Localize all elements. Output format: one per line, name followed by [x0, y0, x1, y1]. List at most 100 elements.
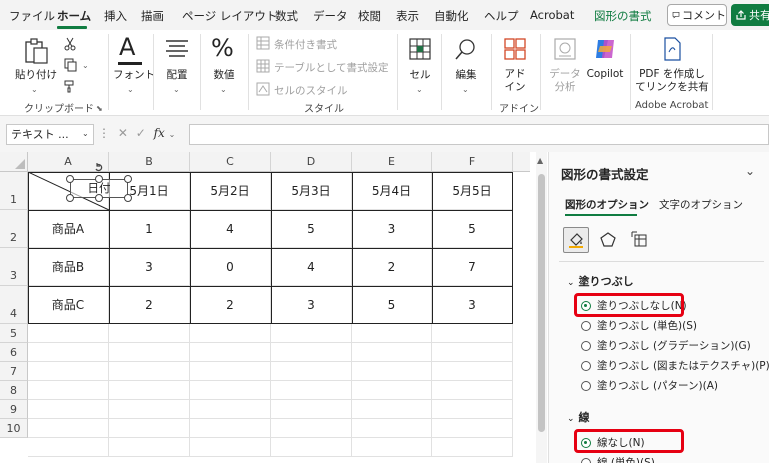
format-painter-icon[interactable]	[63, 79, 77, 93]
row-header[interactable]: 4	[0, 286, 28, 324]
tab-automate[interactable]: 自動化	[434, 8, 469, 24]
font-button[interactable]: A フォント ⌄	[113, 34, 155, 94]
formula-input[interactable]	[189, 124, 769, 145]
paste-button[interactable]: 貼り付け ⌄	[14, 34, 58, 94]
resize-handle[interactable]	[66, 175, 74, 183]
cell[interactable]	[432, 438, 513, 457]
cell[interactable]: 商品B	[28, 248, 109, 286]
copilot-button[interactable]: Copilot	[585, 34, 625, 94]
cell[interactable]	[28, 343, 109, 362]
fill-section-header[interactable]: ⌄ 塗りつぶし	[567, 273, 634, 289]
resize-handle[interactable]	[95, 194, 103, 202]
cell[interactable]: 3	[352, 210, 432, 248]
tab-view[interactable]: 表示	[396, 8, 419, 24]
tab-data[interactable]: データ	[313, 8, 348, 24]
effects-tab[interactable]	[595, 227, 621, 253]
tab-draw[interactable]: 描画	[141, 8, 164, 24]
cell[interactable]	[109, 324, 190, 343]
pane-collapse-icon[interactable]: ⌄	[745, 164, 755, 178]
tab-shape-format[interactable]: 図形の書式	[594, 8, 652, 24]
cell[interactable]	[432, 343, 513, 362]
enter-icon[interactable]: ✓	[136, 126, 146, 140]
cancel-icon[interactable]: ✕	[118, 126, 128, 140]
cell[interactable]: 商品A	[28, 210, 109, 248]
cell[interactable]: 5月4日	[352, 172, 432, 210]
cell[interactable]	[271, 343, 352, 362]
cell[interactable]	[109, 438, 190, 457]
size-properties-tab[interactable]	[627, 227, 653, 253]
cell[interactable]	[432, 419, 513, 438]
cell[interactable]	[190, 362, 271, 381]
row-header[interactable]: 10	[0, 419, 28, 438]
cell[interactable]: 3	[432, 286, 513, 324]
cell[interactable]: 7	[432, 248, 513, 286]
cell[interactable]: 2	[190, 286, 271, 324]
cell[interactable]: 1	[109, 210, 190, 248]
tab-text-options[interactable]: 文字のオプション	[659, 197, 743, 212]
name-box[interactable]: テキスト ...	[6, 124, 94, 145]
cell[interactable]	[432, 381, 513, 400]
fill-solid-radio[interactable]: 塗りつぶし (単色)(S)	[581, 318, 697, 333]
create-pdf-button[interactable]: PDF を作成し てリンクを共有	[634, 34, 710, 94]
share-button[interactable]: 共有	[731, 4, 769, 26]
column-header[interactable]: F	[432, 152, 513, 172]
cell[interactable]	[190, 400, 271, 419]
cell[interactable]	[352, 362, 432, 381]
fill-pattern-radio[interactable]: 塗りつぶし (パターン)(A)	[581, 378, 718, 393]
cell[interactable]: 2	[109, 286, 190, 324]
cell[interactable]: 5月3日	[271, 172, 352, 210]
tab-page-layout[interactable]: ページ レイアウト	[182, 8, 277, 24]
conditional-format-button[interactable]: 条件付き書式	[256, 36, 396, 52]
cell[interactable]	[190, 324, 271, 343]
column-header[interactable]: C	[190, 152, 271, 172]
cell[interactable]	[271, 419, 352, 438]
tab-help[interactable]: ヘルプ	[484, 8, 519, 24]
cell[interactable]	[109, 400, 190, 419]
cell[interactable]: 4	[190, 210, 271, 248]
name-box-chevron-icon[interactable]: ⌄	[82, 129, 89, 138]
editing-button[interactable]: 編集 ⌄	[447, 34, 485, 94]
dialog-launcher-icon[interactable]: ⬊	[96, 102, 103, 115]
row-header[interactable]: 8	[0, 381, 28, 400]
resize-handle[interactable]	[124, 194, 132, 202]
tab-shape-options[interactable]: 図形のオプション	[565, 197, 649, 212]
alignment-button[interactable]: 配置 ⌄	[158, 34, 196, 94]
row-header[interactable]: 2	[0, 210, 28, 248]
cell[interactable]: 商品C	[28, 286, 109, 324]
cell[interactable]: 4	[271, 248, 352, 286]
scroll-up-icon[interactable]: ▲	[537, 156, 543, 165]
cell[interactable]: 5	[432, 210, 513, 248]
cell[interactable]	[271, 362, 352, 381]
cell[interactable]: 5	[271, 210, 352, 248]
cells-button[interactable]: セル ⌄	[402, 34, 438, 94]
cell[interactable]	[109, 381, 190, 400]
resize-handle[interactable]	[66, 194, 74, 202]
cell[interactable]	[190, 381, 271, 400]
tab-insert[interactable]: 挿入	[104, 8, 127, 24]
comment-button[interactable]: コメント	[667, 4, 727, 26]
resize-handle[interactable]	[95, 175, 103, 183]
cell[interactable]: 3	[271, 286, 352, 324]
vertical-scrollbar[interactable]: ▲	[536, 152, 547, 463]
fill-gradient-radio[interactable]: 塗りつぶし (グラデーション)(G)	[581, 338, 751, 353]
cell[interactable]	[352, 438, 432, 457]
cell[interactable]	[432, 324, 513, 343]
tab-home[interactable]: ホーム	[57, 8, 91, 24]
cell[interactable]	[28, 324, 109, 343]
select-all-corner[interactable]	[0, 152, 28, 172]
cut-icon[interactable]	[63, 37, 77, 51]
format-as-table-button[interactable]: テーブルとして書式設定	[256, 59, 416, 75]
row-header[interactable]: 6	[0, 343, 28, 362]
cell[interactable]	[28, 400, 109, 419]
cell[interactable]	[28, 362, 109, 381]
cell[interactable]	[28, 419, 109, 438]
number-button[interactable]: % 数値 ⌄	[205, 34, 243, 94]
cell[interactable]	[432, 400, 513, 419]
row-header[interactable]: 1	[0, 172, 28, 210]
cell[interactable]: 5月2日	[190, 172, 271, 210]
cell[interactable]: 2	[352, 248, 432, 286]
cell[interactable]	[28, 438, 109, 457]
cell[interactable]: 5	[352, 286, 432, 324]
cell[interactable]	[352, 381, 432, 400]
row-header[interactable]: 9	[0, 400, 28, 419]
